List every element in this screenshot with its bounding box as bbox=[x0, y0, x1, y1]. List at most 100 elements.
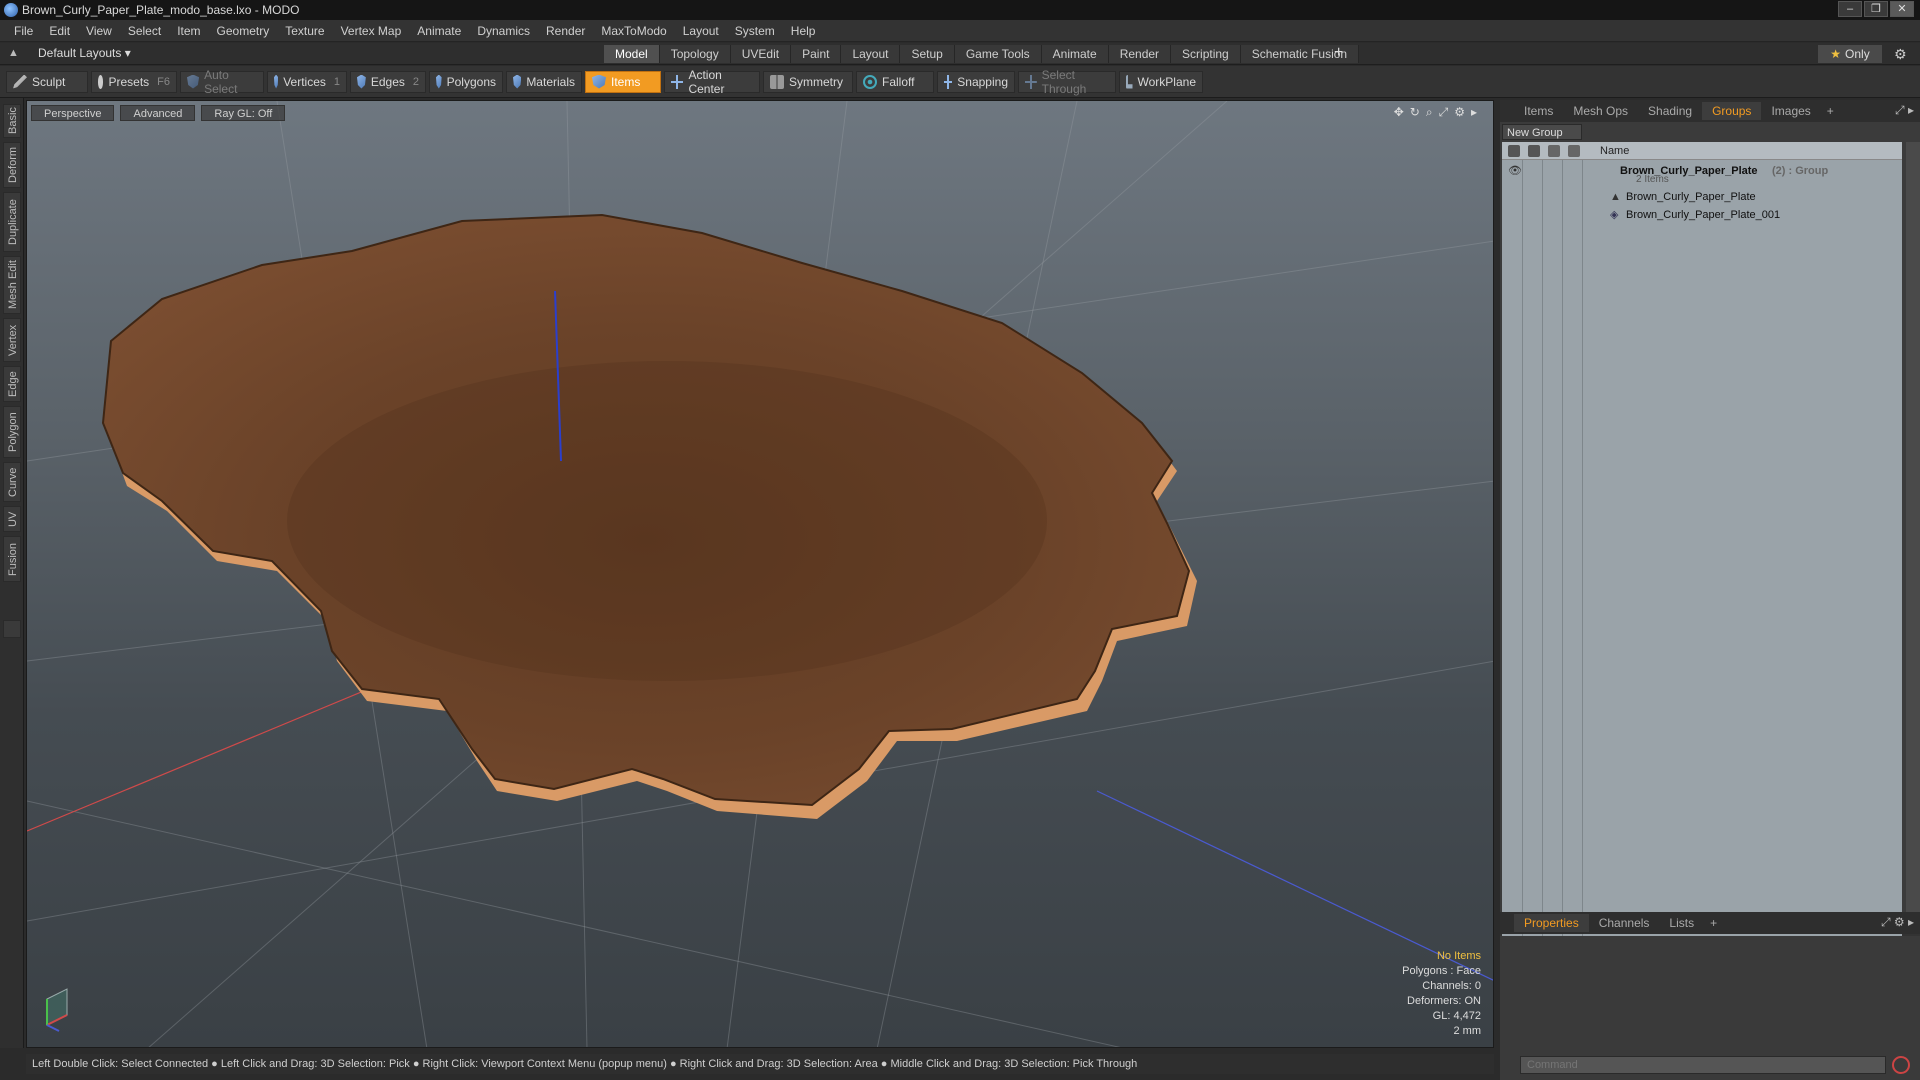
symmetry-button[interactable]: Symmetry bbox=[763, 70, 853, 93]
column-name[interactable]: Name bbox=[1600, 142, 1629, 160]
rotate-icon[interactable]: ↻ bbox=[1410, 105, 1420, 120]
group-row[interactable]: 👁 Brown_Curly_Paper_Plate (2) : Group bbox=[1502, 162, 1902, 180]
materials-button[interactable]: Materials bbox=[506, 70, 582, 93]
raygl-toggle[interactable]: Ray GL: Off bbox=[201, 105, 286, 121]
items-icon bbox=[592, 74, 606, 89]
vtab-deform[interactable]: Deform bbox=[3, 142, 21, 188]
polygons-button[interactable]: Polygons bbox=[429, 70, 503, 93]
menu-select[interactable]: Select bbox=[120, 20, 169, 42]
maximize-button[interactable]: ❐ bbox=[1864, 1, 1888, 17]
tab-model[interactable]: Model bbox=[604, 45, 660, 63]
menu-geometry[interactable]: Geometry bbox=[209, 20, 278, 42]
menu-file[interactable]: File bbox=[6, 20, 41, 42]
visibility-column-icon[interactable] bbox=[1508, 145, 1520, 157]
vertices-button[interactable]: Vertices 1 bbox=[267, 70, 347, 93]
add-bottom-tab-button[interactable]: + bbox=[1704, 916, 1723, 930]
tab-setup[interactable]: Setup bbox=[900, 45, 955, 63]
vtab-mesh-edit[interactable]: Mesh Edit bbox=[3, 256, 21, 314]
gear-icon[interactable]: ⚙ bbox=[1894, 46, 1907, 63]
tab-paint[interactable]: Paint bbox=[791, 45, 842, 63]
window-title: Brown_Curly_Paper_Plate_modo_base.lxo - … bbox=[22, 3, 300, 17]
column-divider bbox=[1522, 160, 1523, 950]
groups-scrollbar[interactable] bbox=[1906, 142, 1920, 932]
edges-icon bbox=[357, 74, 366, 89]
tab-images[interactable]: Images bbox=[1761, 102, 1820, 120]
menu-help[interactable]: Help bbox=[783, 20, 824, 42]
lock-column-icon[interactable] bbox=[1548, 145, 1560, 157]
tab-game-tools[interactable]: Game Tools bbox=[954, 45, 1042, 63]
zoom-icon[interactable]: ⌕ bbox=[1426, 105, 1433, 120]
render-column-icon[interactable] bbox=[1528, 145, 1540, 157]
3d-viewport[interactable]: Perspective Advanced Ray GL: Off ✥ ↻ ⌕ ⤢… bbox=[26, 100, 1494, 1048]
list-item[interactable]: ▲ Brown_Curly_Paper_Plate bbox=[1502, 188, 1902, 206]
expand-panel-icon[interactable]: ⤢ ▸ bbox=[1895, 103, 1914, 118]
auto-select-button[interactable]: Auto Select bbox=[180, 68, 264, 96]
menu-system[interactable]: System bbox=[727, 20, 783, 42]
menu-animate[interactable]: Animate bbox=[409, 20, 469, 42]
eye-icon[interactable]: 👁 bbox=[1508, 162, 1522, 180]
tab-groups[interactable]: Groups bbox=[1702, 102, 1762, 120]
command-history-icon[interactable] bbox=[1892, 1056, 1910, 1074]
menu-item[interactable]: Item bbox=[169, 20, 208, 42]
menu-layout[interactable]: Layout bbox=[675, 20, 727, 42]
menu-render[interactable]: Render bbox=[538, 20, 593, 42]
vtab-curve[interactable]: Curve bbox=[3, 462, 21, 502]
shading-mode-advanced[interactable]: Advanced bbox=[120, 105, 196, 121]
snapping-button[interactable]: Snapping bbox=[937, 70, 1015, 93]
menu-vertex-map[interactable]: Vertex Map bbox=[333, 20, 410, 42]
tab-channels[interactable]: Channels bbox=[1589, 914, 1660, 932]
workplane-button[interactable]: WorkPlane bbox=[1119, 70, 1203, 93]
vtab-duplicate[interactable]: Duplicate bbox=[3, 192, 21, 252]
minimize-button[interactable]: – bbox=[1838, 1, 1862, 17]
viewport-settings-icon[interactable]: ⚙ bbox=[1454, 105, 1465, 120]
select-through-button[interactable]: Select Through bbox=[1018, 68, 1116, 96]
viewport-menu-arrow-icon[interactable]: ▸ bbox=[1471, 105, 1477, 120]
fit-icon[interactable]: ⤢ bbox=[1439, 105, 1449, 120]
falloff-button[interactable]: Falloff bbox=[856, 70, 934, 93]
tab-uvedit[interactable]: UVEdit bbox=[730, 45, 792, 63]
menu-edit[interactable]: Edit bbox=[41, 20, 78, 42]
tab-lists[interactable]: Lists bbox=[1659, 914, 1704, 932]
tab-animate[interactable]: Animate bbox=[1041, 45, 1109, 63]
tab-properties[interactable]: Properties bbox=[1514, 914, 1589, 932]
layout-dropdown[interactable]: Default Layouts ▾ bbox=[38, 46, 131, 60]
vtab-extra[interactable] bbox=[3, 620, 21, 638]
menu-texture[interactable]: Texture bbox=[277, 20, 332, 42]
action-center-button[interactable]: Action Center bbox=[664, 68, 760, 96]
tab-layout[interactable]: Layout bbox=[841, 45, 901, 63]
add-panel-tab-button[interactable]: + bbox=[1821, 104, 1840, 118]
pan-icon[interactable]: ✥ bbox=[1394, 105, 1404, 120]
command-input[interactable] bbox=[1520, 1056, 1886, 1074]
tab-render[interactable]: Render bbox=[1108, 45, 1172, 63]
view-mode-perspective[interactable]: Perspective bbox=[31, 105, 115, 121]
select-column-icon[interactable] bbox=[1568, 145, 1580, 157]
tab-shading[interactable]: Shading bbox=[1638, 102, 1702, 120]
star-icon: ★ bbox=[1830, 47, 1842, 61]
tab-topology[interactable]: Topology bbox=[659, 45, 731, 63]
vtab-uv[interactable]: UV bbox=[3, 506, 21, 532]
menu-maxtomodo[interactable]: MaxToModo bbox=[593, 20, 674, 42]
collapse-arrow-icon[interactable]: ▲ bbox=[8, 47, 19, 59]
tab-mesh-ops[interactable]: Mesh Ops bbox=[1563, 102, 1638, 120]
vtab-fusion[interactable]: Fusion bbox=[3, 536, 21, 582]
sculpt-button[interactable]: Sculpt bbox=[6, 70, 88, 93]
list-item[interactable]: ◈ Brown_Curly_Paper_Plate_001 bbox=[1502, 206, 1902, 224]
tab-items[interactable]: Items bbox=[1514, 102, 1563, 120]
tab-scripting[interactable]: Scripting bbox=[1171, 45, 1241, 63]
add-tab-button[interactable]: + bbox=[1334, 45, 1343, 61]
vtab-basic[interactable]: Basic bbox=[3, 104, 21, 138]
vtab-edge[interactable]: Edge bbox=[3, 366, 21, 402]
polygons-icon bbox=[436, 74, 442, 89]
menu-view[interactable]: View bbox=[78, 20, 120, 42]
menu-dynamics[interactable]: Dynamics bbox=[469, 20, 538, 42]
items-button[interactable]: Items bbox=[585, 70, 661, 93]
vtab-polygon[interactable]: Polygon bbox=[3, 406, 21, 458]
edges-button[interactable]: Edges 2 bbox=[350, 70, 426, 93]
close-button[interactable]: ✕ bbox=[1890, 1, 1914, 17]
presets-button[interactable]: Presets F6 bbox=[91, 70, 177, 93]
select-through-icon bbox=[1025, 74, 1037, 89]
new-group-button[interactable]: New Group bbox=[1502, 124, 1582, 140]
expand-bottom-panel-icon[interactable]: ⤢ ⚙ ▸ bbox=[1881, 915, 1914, 930]
only-button[interactable]: ★ Only bbox=[1818, 45, 1882, 63]
vtab-vertex[interactable]: Vertex bbox=[3, 318, 21, 362]
